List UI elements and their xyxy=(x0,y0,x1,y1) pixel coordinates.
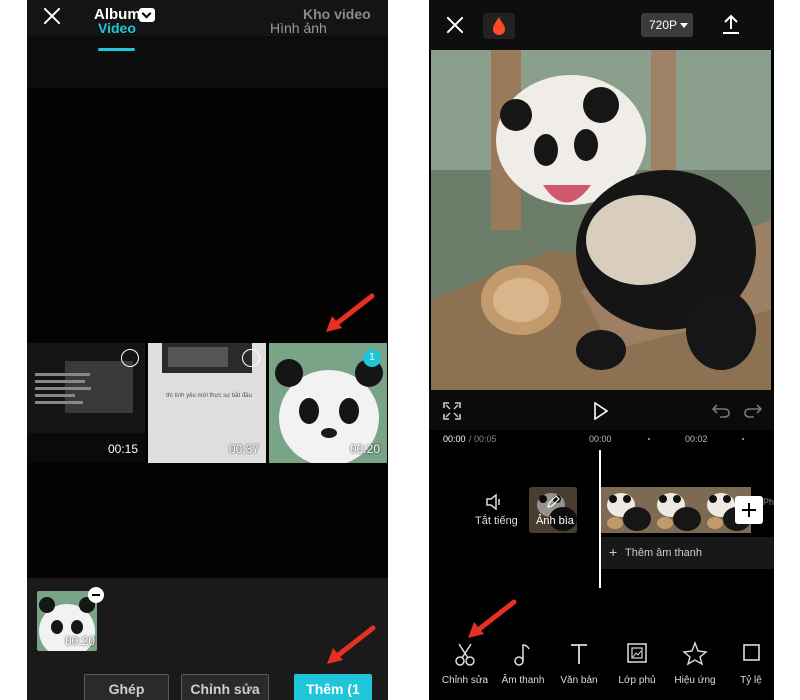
selected-index-badge[interactable]: 1 xyxy=(363,349,381,367)
total-time: / 00:05 xyxy=(469,434,497,444)
panda-frame-image xyxy=(651,487,701,533)
tool-ratio[interactable]: Tỷ lệ xyxy=(721,640,774,686)
ruler-tick: 00:02 xyxy=(685,434,708,444)
video-preview[interactable] xyxy=(431,50,771,390)
overlay-icon xyxy=(627,643,647,663)
tool-label: Hiệu ứng xyxy=(674,675,716,686)
media-thumbnail[interactable]: 00:15 xyxy=(27,343,145,463)
fullscreen-icon[interactable] xyxy=(443,402,461,420)
tool-audio[interactable]: Âm thanh xyxy=(493,640,553,686)
effects-star-icon xyxy=(682,641,708,666)
mute-label[interactable]: Tắt tiếng xyxy=(475,515,518,527)
chevron-down-icon xyxy=(680,23,688,28)
thumbnail-duration: 00:37 xyxy=(229,442,260,456)
tool-label: Chỉnh sửa xyxy=(441,675,489,686)
overflow-label: Phầ xyxy=(763,497,774,507)
text-icon xyxy=(571,644,587,664)
select-circle-icon[interactable] xyxy=(121,349,139,367)
album-dropdown-icon[interactable] xyxy=(139,8,155,22)
select-circle-icon[interactable] xyxy=(242,349,260,367)
ruler-dot xyxy=(648,438,650,440)
clip-frame xyxy=(651,487,701,533)
plus-icon: + xyxy=(609,544,618,560)
add-button[interactable]: Thêm (1 xyxy=(294,674,372,700)
thumbnail-duration: 00:15 xyxy=(108,442,139,456)
ruler-tick: 00:00 xyxy=(589,434,612,444)
playhead[interactable] xyxy=(599,450,601,588)
tab-video[interactable]: Video xyxy=(98,20,136,36)
media-thumbnail[interactable]: 1 00:20 xyxy=(269,343,387,463)
annotation-arrow xyxy=(327,625,376,664)
panda-preview-image xyxy=(431,50,771,390)
album-picker-screen: Album Kho video Video Hình ảnh 00:15 thì… xyxy=(27,0,388,700)
media-tabs xyxy=(27,36,388,88)
flame-glyph xyxy=(493,17,505,35)
editor-screen: 720P 00:00 / 00:05 00:00 00:02 Tắt tiếng… xyxy=(429,0,774,700)
close-icon[interactable] xyxy=(43,7,61,25)
undo-icon[interactable] xyxy=(711,402,731,418)
redo-icon[interactable] xyxy=(743,402,763,418)
panda-frame-image xyxy=(601,487,651,533)
annotation-arrow xyxy=(326,293,375,332)
tool-effects[interactable]: Hiệu ứng xyxy=(665,640,725,686)
tool-text[interactable]: Văn bản xyxy=(549,640,609,686)
selected-clip-duration: 00:20 xyxy=(65,634,96,648)
tool-label: Lớp phủ xyxy=(618,675,656,686)
media-thumbnail[interactable]: thì tình yêu mới thực sự bắt đầu 00:37 xyxy=(148,343,266,463)
play-icon[interactable] xyxy=(593,402,609,420)
thumbnail-caption: thì tình yêu mới thực sự bắt đầu xyxy=(166,393,252,399)
export-icon[interactable] xyxy=(721,14,741,36)
edit-button[interactable]: Chỉnh sửa xyxy=(181,674,269,700)
cover-thumbnail[interactable]: Ảnh bìa xyxy=(529,487,577,533)
flame-icon[interactable] xyxy=(483,13,515,39)
merge-button[interactable]: Ghép xyxy=(84,674,169,700)
selected-clip[interactable]: 00:20 xyxy=(37,591,97,651)
annotation-arrow xyxy=(468,599,517,638)
speaker-icon[interactable] xyxy=(485,493,505,511)
remove-clip-icon[interactable] xyxy=(88,587,104,603)
tool-label: Âm thanh xyxy=(501,675,545,686)
add-audio-track[interactable]: + Thêm âm thanh xyxy=(601,537,774,569)
tool-edit[interactable]: Chỉnh sửa xyxy=(435,640,495,686)
tab-images[interactable]: Hình ảnh xyxy=(270,20,327,36)
tool-label: Văn bản xyxy=(560,675,598,686)
clip-frame xyxy=(601,487,651,533)
ratio-square-icon xyxy=(743,644,760,661)
cover-label: Ảnh bìa xyxy=(536,515,574,527)
add-clip-button[interactable] xyxy=(735,496,763,524)
thumbnail-duration: 00:20 xyxy=(350,442,381,456)
close-icon[interactable] xyxy=(446,16,464,34)
current-time: 00:00 xyxy=(443,434,466,444)
ruler-dot xyxy=(742,438,744,440)
tab-active-indicator xyxy=(98,48,135,51)
edit-pencil-icon xyxy=(547,495,560,508)
tool-label: Tỷ lệ xyxy=(740,675,762,686)
tool-overlay[interactable]: Lớp phủ xyxy=(607,640,667,686)
add-audio-label: Thêm âm thanh xyxy=(625,547,703,559)
